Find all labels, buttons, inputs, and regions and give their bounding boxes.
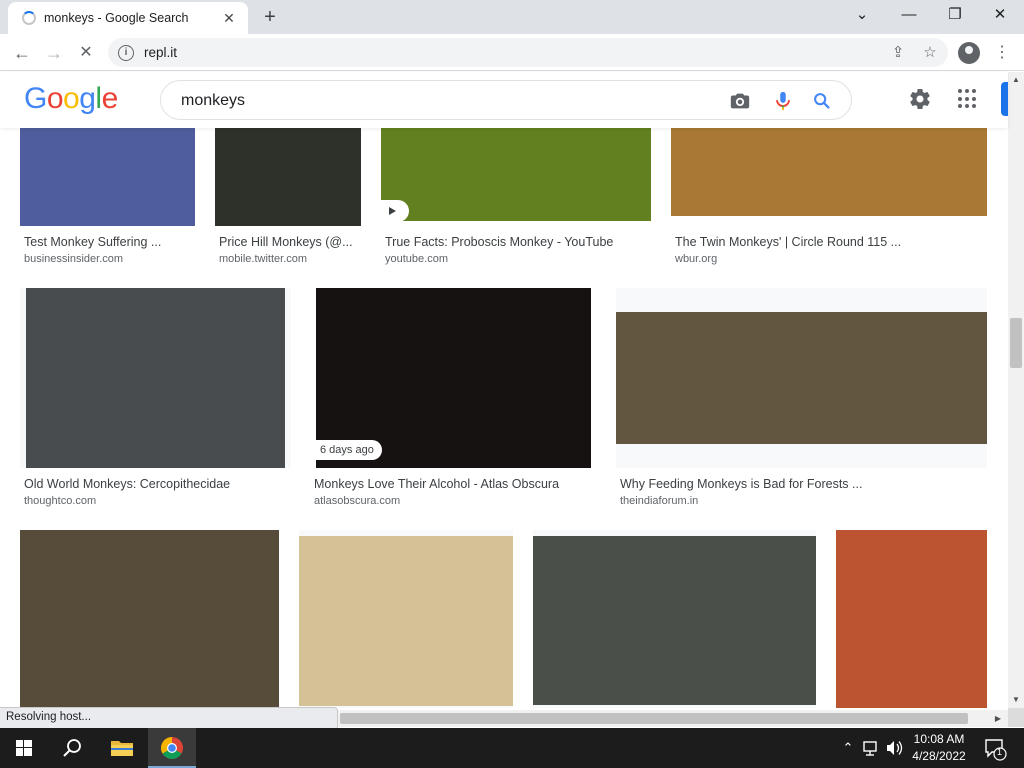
notifications-icon[interactable]: 1 [980,728,1010,768]
result-source: theindiaforum.in [620,495,699,507]
taskbar-clock[interactable]: 10:08 AM 4/28/2022 [904,731,974,765]
gear-icon[interactable] [908,87,932,111]
google-header: Google [0,72,1008,128]
file-explorer-icon[interactable] [98,728,146,768]
kebab-menu-icon[interactable]: ⋮ [994,42,1010,64]
result-thumbnail[interactable] [26,288,285,468]
logo-letter: e [101,82,119,115]
loading-spinner-icon [22,11,36,25]
search-input[interactable] [181,90,701,112]
scrollbar-thumb[interactable] [1010,318,1022,368]
google-logo[interactable]: Google [24,82,118,116]
clock-time: 10:08 AM [913,732,965,746]
arrow-left-icon[interactable]: ← [10,41,34,65]
tab-strip: monkeys - Google Search ✕ + ⌄ — ❐ ✕ [0,0,1024,34]
result-title[interactable]: True Facts: Proboscis Monkey - YouTube [385,235,613,249]
result-thumbnail[interactable] [299,536,513,706]
result-thumbnail[interactable] [836,530,987,708]
tab-title: monkeys - Google Search [44,11,189,25]
image-result[interactable]: The Twin Monkeys' | Circle Round 115 ...… [670,128,990,268]
tab-active[interactable]: monkeys - Google Search ✕ [8,2,248,34]
plus-icon[interactable]: + [258,6,282,28]
scroll-right-icon[interactable]: ▶ [990,710,1006,727]
result-title[interactable]: Why Feeding Monkeys is Bad for Forests .… [620,477,862,491]
logo-letter: o [63,82,80,115]
camera-icon[interactable] [729,90,751,112]
result-title[interactable]: Test Monkey Suffering ... [24,235,161,249]
result-source: atlasobscura.com [314,495,401,507]
image-result[interactable] [290,530,525,708]
scroll-down-icon[interactable]: ▼ [1008,692,1024,708]
result-thumbnail[interactable] [215,128,361,226]
sign-in-button[interactable] [1001,82,1008,116]
image-result[interactable]: 6 days ago Monkeys Love Their Alcohol - … [300,288,600,510]
browser-toolbar: ← → ✕ i repl.it ⇪ ☆ [0,34,1024,71]
result-source: mobile.twitter.com [219,253,308,265]
result-title[interactable]: The Twin Monkeys' | Circle Round 115 ... [675,235,901,249]
play-icon [381,200,409,222]
share-icon[interactable]: ⇪ [888,43,908,63]
result-thumbnail[interactable] [533,536,816,705]
search-icon[interactable] [811,90,833,112]
logo-letter: o [46,82,64,115]
chrome-icon[interactable] [148,728,196,768]
windows-taskbar: ⌃ 10:08 AM 4/28/2022 1 [0,728,1024,768]
image-result[interactable]: Old World Monkeys: Cercopithecidae thoug… [0,288,300,510]
stop-icon[interactable]: ✕ [74,41,98,65]
result-source: thoughtco.com [24,495,97,507]
arrow-right-icon[interactable]: → [42,41,66,65]
profile-avatar-icon[interactable] [958,42,980,64]
restore-icon[interactable]: ❐ [941,4,969,26]
clock-date: 4/28/2022 [912,749,966,763]
image-result[interactable] [525,530,825,708]
minimize-icon[interactable]: — [895,4,923,26]
url-text: repl.it [144,45,178,60]
image-result[interactable]: True Facts: Proboscis Monkey - YouTube y… [380,128,660,268]
address-bar[interactable]: i repl.it ⇪ ☆ [108,38,948,67]
result-title[interactable]: Old World Monkeys: Cercopithecidae [24,477,230,491]
scrollbar-thumb[interactable] [340,713,968,724]
image-result[interactable]: Price Hill Monkeys (@... mobile.twitter.… [210,128,370,268]
search-box [160,80,852,120]
scroll-up-icon[interactable]: ▲ [1008,72,1024,88]
star-icon[interactable]: ☆ [920,43,940,63]
close-icon[interactable]: ✕ [220,10,238,27]
image-result[interactable]: Test Monkey Suffering ... businessinside… [0,128,200,268]
result-thumbnail[interactable] [20,128,195,226]
info-icon[interactable]: i [118,44,134,61]
windows-start-icon[interactable] [0,728,48,768]
result-age-badge: 6 days ago [316,440,382,460]
volume-icon[interactable] [884,728,904,768]
tab-search-chevron-icon[interactable]: ⌄ [848,4,876,26]
window-close-icon[interactable]: ✕ [986,4,1014,26]
result-source: businessinsider.com [24,253,124,265]
logo-letter: g [79,82,96,115]
result-title[interactable]: Monkeys Love Their Alcohol - Atlas Obscu… [314,477,559,491]
image-result[interactable] [825,530,995,708]
result-thumbnail[interactable] [616,312,987,444]
search-icon[interactable] [48,728,96,768]
notification-count: 1 [997,747,1003,757]
status-bubble: Resolving host... [0,707,338,728]
image-result[interactable]: Why Feeding Monkeys is Bad for Forests .… [600,288,1000,510]
chevron-up-icon[interactable]: ⌃ [838,728,858,768]
result-source: youtube.com [385,253,448,265]
result-thumbnail[interactable] [671,128,987,216]
screen: monkeys - Google Search ✕ + ⌄ — ❐ ✕ ← → … [0,0,1024,768]
apps-grid-icon[interactable] [958,89,978,109]
logo-letter: G [24,82,47,115]
result-thumbnail[interactable] [381,128,651,221]
image-results-grid: Test Monkey Suffering ... businessinside… [0,128,1008,708]
result-source: wbur.org [675,253,718,265]
vertical-scrollbar[interactable]: ▲ ▼ [1008,72,1024,708]
image-result[interactable] [0,530,290,708]
scrollbar-corner [1008,708,1024,727]
result-title[interactable]: Price Hill Monkeys (@... [219,235,353,249]
result-thumbnail[interactable] [20,530,279,708]
network-icon[interactable] [861,728,881,768]
microphone-icon[interactable] [772,90,794,112]
